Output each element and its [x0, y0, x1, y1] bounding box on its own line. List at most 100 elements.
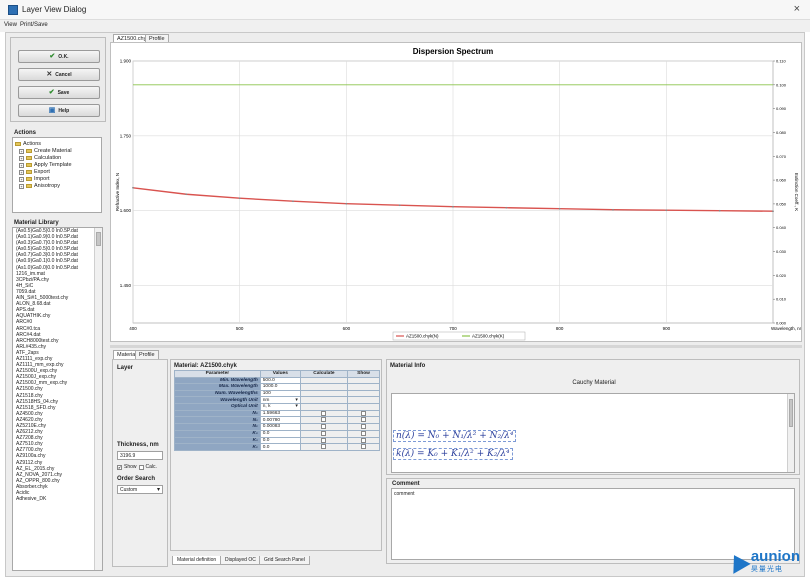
splitter[interactable] [110, 345, 802, 348]
tab-grid-search[interactable]: Grid Search Panel [259, 556, 310, 565]
tab-material-definition[interactable]: Material definition [172, 556, 222, 565]
column-header: Parameter [174, 370, 261, 378]
expand-icon: + [19, 162, 24, 168]
action-item[interactable]: + Calculation [19, 155, 61, 161]
empty-cell [260, 510, 300, 517]
empty-cell [348, 470, 380, 477]
y-tick-label: 1.900 [120, 59, 132, 64]
calculate-cell [299, 409, 349, 418]
parameter-value[interactable]: 500.0 [259, 376, 301, 385]
show-checkbox[interactable] [361, 424, 367, 430]
dropdown-arrow-icon[interactable]: ▾ [295, 404, 297, 409]
ok-button[interactable]: ✔ O.K. [18, 50, 100, 63]
library-item[interactable]: Adhesive_DK [13, 496, 102, 502]
legend-label: AZ1500.chyk(K) [472, 334, 505, 339]
show-checkbox[interactable] [361, 437, 367, 443]
parameter-value-text: 0.00083 [262, 424, 281, 430]
layer-title: Layer [117, 365, 134, 371]
action-item[interactable]: + Anisotropy [19, 183, 60, 189]
expand-icon: + [19, 176, 24, 182]
parameter-value[interactable]: 1000.0 [259, 383, 301, 391]
paper-plane-icon [725, 550, 751, 574]
actions-root[interactable]: Actions [15, 141, 41, 147]
empty-cell [175, 503, 261, 510]
help-button[interactable]: ▣ Help [18, 104, 100, 117]
menu-print-save[interactable]: Print/Save [20, 22, 48, 28]
empty-cell [300, 523, 347, 530]
action-item[interactable]: + Apply Template [19, 162, 72, 168]
calc-checkbox[interactable] [138, 464, 144, 470]
parameter-value-text: 0.0 [262, 438, 270, 443]
show-checkbox[interactable] [361, 417, 367, 423]
calculate-checkbox[interactable] [321, 444, 327, 450]
empty-row [175, 477, 380, 484]
y2-tick-label: 0.030 [776, 249, 787, 254]
tab-displayed-oc[interactable]: Displayed OC [220, 556, 261, 565]
action-item[interactable]: + Export [19, 169, 50, 175]
parameter-value[interactable]: nm ▾ [259, 396, 301, 404]
order-search-select[interactable]: Custom [117, 485, 163, 494]
show-checkbox[interactable] [361, 444, 367, 450]
library-scroll-thumb[interactable] [96, 232, 101, 246]
parameter-value[interactable]: n, k ▾ [259, 402, 301, 411]
calculate-cell [299, 376, 349, 385]
series-n-point [132, 186, 134, 189]
parameter-value[interactable]: 1.59663 [259, 409, 301, 418]
x-axis-label: Wavelength, nm [771, 326, 801, 331]
empty-cell [260, 517, 300, 524]
calculate-checkbox[interactable] [321, 417, 327, 423]
library-scrollbar[interactable] [94, 228, 102, 570]
parameter-value[interactable]: 0.00780 [259, 416, 301, 425]
info-scroll-thumb[interactable] [789, 399, 793, 427]
parameter-value[interactable]: 0.0 [259, 443, 301, 452]
table-row: Num. Wavelengths 100 [174, 389, 380, 398]
parameter-table: Parameter Values Calculate Show Min. Wavele… [174, 370, 380, 536]
parameter-value[interactable]: 0.0 [259, 429, 301, 438]
empty-row [175, 510, 380, 517]
action-item[interactable]: + Create Material [19, 148, 72, 154]
empty-cell [300, 517, 347, 524]
folder-icon [26, 184, 32, 188]
tab-profile-lower[interactable]: Profile [135, 350, 159, 359]
x-tick-label: 500 [236, 326, 244, 331]
series-n-point [398, 204, 401, 207]
show-cell [347, 429, 380, 438]
cancel-button[interactable]: ✕ Cancel [18, 68, 100, 81]
calculate-checkbox[interactable] [321, 410, 327, 416]
table-row: Max. Wavelength 1000.0 [174, 383, 380, 391]
show-checkbox[interactable]: ✔ [117, 464, 122, 470]
info-scrollbar[interactable] [787, 394, 794, 472]
dropdown-arrow-icon[interactable]: ▾ [295, 398, 297, 403]
empty-cell [300, 470, 347, 477]
empty-cell [175, 477, 261, 484]
action-item[interactable]: + Import [19, 176, 50, 182]
parameter-value[interactable]: 0.0 [259, 436, 301, 445]
empty-cell [348, 457, 380, 464]
y2-tick-label: 0.040 [776, 225, 787, 230]
show-checkbox[interactable] [361, 410, 367, 416]
calculate-cell [299, 429, 349, 438]
empty-row [175, 470, 380, 477]
save-button[interactable]: ✔ Save [18, 86, 100, 99]
show-checkbox[interactable] [361, 430, 367, 436]
brand-sub: 昊量光电 [750, 566, 783, 573]
folder-icon [26, 163, 32, 167]
actions-tree: Actions + Create Material + Calculation … [12, 137, 102, 213]
calculate-checkbox[interactable] [321, 437, 327, 443]
parameter-value-text: 0.00780 [262, 417, 281, 423]
parameter-value[interactable]: 0.00083 [259, 423, 301, 431]
expand-icon: + [19, 169, 24, 175]
parameter-value[interactable]: 100 [259, 389, 301, 398]
empty-cell [348, 523, 380, 530]
thickness-input[interactable]: 3196.9 [117, 451, 163, 460]
series-n-point [718, 209, 721, 212]
calculate-checkbox[interactable] [321, 430, 327, 436]
calculate-checkbox[interactable] [321, 424, 327, 430]
empty-cell [300, 510, 347, 517]
material-library-list[interactable]: (As0.5)Ga0.5)0.0 In0.5P.dat (As0.1)Ga0.9)… [12, 227, 103, 571]
parameter-name: K₁ [174, 436, 261, 445]
close-icon[interactable]: × [794, 3, 800, 15]
empty-row [175, 497, 380, 504]
empty-row [175, 451, 380, 458]
menu-view[interactable]: View [4, 22, 17, 28]
